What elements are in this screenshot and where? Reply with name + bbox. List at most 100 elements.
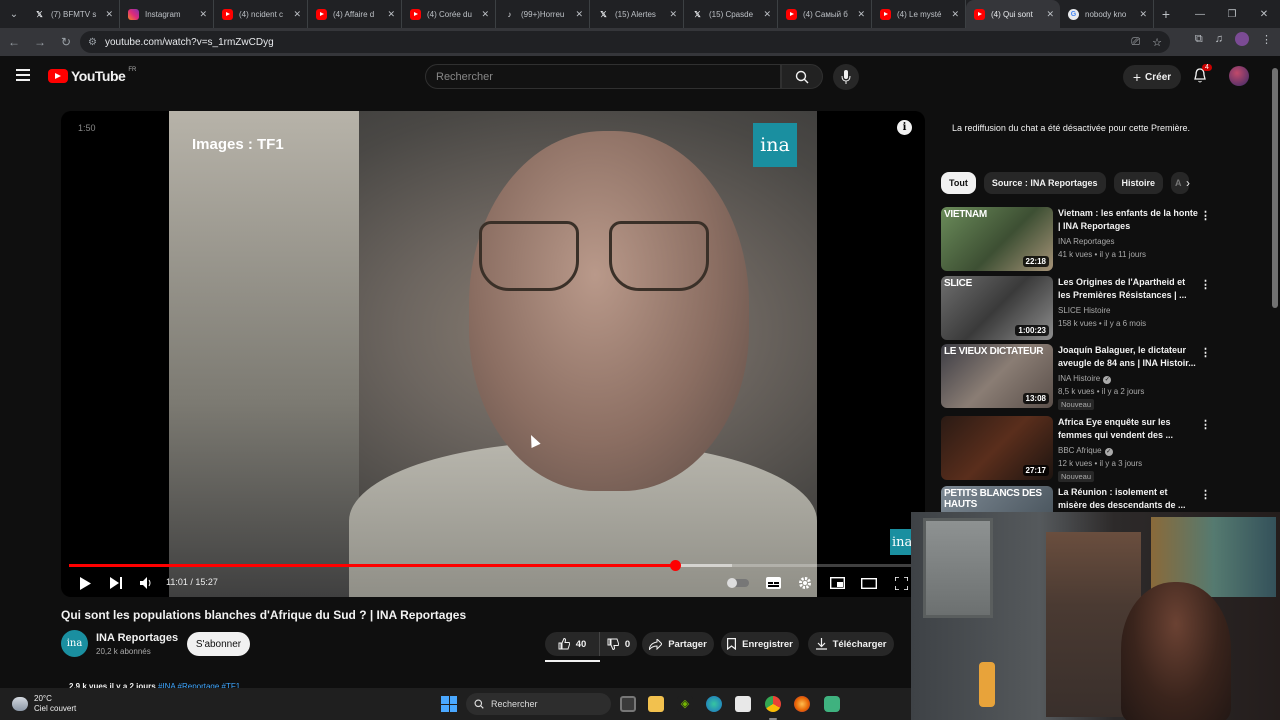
recommendation-title[interactable]: Africa Eye enquête sur les femmes qui ve… <box>1058 416 1198 442</box>
weather-widget[interactable]: 20°C Ciel couvert <box>12 694 76 714</box>
tab-close-icon[interactable]: ✕ <box>199 9 207 20</box>
tab-close-icon[interactable]: ✕ <box>669 9 677 20</box>
windows-start-icon[interactable] <box>441 696 457 712</box>
video-player[interactable]: 1:50 Images : TF1 ina ina i 11:01 / 15:2… <box>61 111 925 597</box>
video-thumbnail[interactable]: LE VIEUX DICTATEUR 13:08 <box>941 344 1053 408</box>
browser-tab[interactable]: Instagram ✕ <box>120 0 214 28</box>
new-tab-button[interactable]: + <box>1154 6 1178 22</box>
recommendation-channel[interactable]: BBC Afrique ✓ <box>1058 446 1113 456</box>
more-options-icon[interactable]: ⋮ <box>1200 278 1211 291</box>
voice-search-button[interactable] <box>833 64 859 90</box>
browser-tab[interactable]: Gnobody kno ✕ <box>1060 0 1154 28</box>
browser-tab[interactable]: (4) Affaire d ✕ <box>308 0 402 28</box>
theater-mode-button[interactable] <box>859 573 879 593</box>
video-thumbnail[interactable]: VIETNAM 22:18 <box>941 207 1053 271</box>
browser-tab[interactable]: 𝕏 (15) Alertes ✕ <box>590 0 684 28</box>
scrollbar-thumb[interactable] <box>1272 68 1278 308</box>
download-button[interactable]: Télécharger <box>808 632 894 656</box>
progress-bar[interactable] <box>69 560 919 571</box>
menu-icon[interactable] <box>16 69 30 81</box>
nvidia-icon[interactable]: ◈ <box>677 696 693 712</box>
extensions-icon[interactable]: ⧉ <box>1195 33 1203 46</box>
volume-button[interactable] <box>136 573 156 593</box>
video-thumbnail[interactable]: PETITS BLANCS DES HAUTS <box>941 486 1053 512</box>
more-options-icon[interactable]: ⋮ <box>1200 346 1211 359</box>
subtitles-button[interactable] <box>763 573 783 593</box>
share-button[interactable]: Partager <box>642 632 714 656</box>
play-button[interactable] <box>75 573 95 593</box>
taskbar-search[interactable]: Rechercher <box>466 693 611 715</box>
notifications-button[interactable]: 4 <box>1193 64 1212 86</box>
recommendation-item[interactable]: 27:17 Africa Eye enquête sur les femmes q… <box>941 416 1211 482</box>
recommendation-item[interactable]: VIETNAM 22:18 Vietnam : les enfants de la … <box>941 207 1211 271</box>
address-bar[interactable]: ⚙ youtube.com/watch?v=s_1rmZwCDyg ⎚ ☆ <box>80 31 1170 53</box>
tab-close-icon[interactable]: ✕ <box>105 9 113 20</box>
edge-icon[interactable] <box>706 696 722 712</box>
tab-close-icon[interactable]: ✕ <box>387 9 395 20</box>
tab-active[interactable]: (4) Qui sont ✕ <box>966 0 1060 28</box>
save-button[interactable]: Enregistrer <box>721 632 799 656</box>
back-button[interactable]: ← <box>2 30 26 54</box>
browser-tab[interactable]: 𝕏 (7) BFMTV s ✕ <box>26 0 120 28</box>
dislike-button[interactable]: 0 <box>600 632 637 656</box>
settings-button[interactable] <box>795 573 815 593</box>
miniplayer-button[interactable] <box>827 573 847 593</box>
info-icon[interactable]: i <box>897 120 912 135</box>
reload-button[interactable]: ↻ <box>54 30 78 54</box>
next-button[interactable] <box>106 573 126 593</box>
tab-close-icon[interactable]: ✕ <box>575 9 583 20</box>
recommendation-item[interactable]: PETITS BLANCS DES HAUTS La Réunion : isol… <box>941 486 1211 512</box>
recommendation-channel[interactable]: SLICE Histoire <box>1058 306 1110 315</box>
browser-tab[interactable]: 𝕏 (15) Cpasde ✕ <box>684 0 778 28</box>
bookmark-star-icon[interactable]: ☆ <box>1152 36 1162 49</box>
more-options-icon[interactable]: ⋮ <box>1200 418 1211 431</box>
scrubber-handle[interactable] <box>670 560 682 571</box>
channel-avatar[interactable]: ina <box>61 630 88 657</box>
like-button[interactable]: 40 <box>545 632 600 656</box>
store-icon[interactable] <box>735 696 751 712</box>
channel-name[interactable]: INA Reportages <box>96 632 178 644</box>
search-input[interactable]: Rechercher <box>425 64 781 89</box>
recommendation-item[interactable]: LE VIEUX DICTATEUR 13:08 Joaquín Balaguer,… <box>941 344 1211 410</box>
minimize-button[interactable]: — <box>1184 0 1216 28</box>
close-window-button[interactable]: ✕ <box>1248 0 1280 28</box>
browser-tab[interactable]: (4) Le mysté ✕ <box>872 0 966 28</box>
browser-tab[interactable]: (4) Corée du ✕ <box>402 0 496 28</box>
chrome-menu-icon[interactable]: ⋮ <box>1261 33 1272 46</box>
video-thumbnail[interactable]: 27:17 <box>941 416 1053 480</box>
create-button[interactable]: + Créer <box>1123 65 1181 89</box>
install-app-icon[interactable]: ⎚ <box>1131 36 1140 49</box>
tab-close-icon[interactable]: ✕ <box>763 9 771 20</box>
fullscreen-button[interactable] <box>891 573 911 593</box>
recommendation-title[interactable]: Joaquín Balaguer, le dictateur aveugle d… <box>1058 344 1198 370</box>
recommendation-title[interactable]: La Réunion : isolement et misère des des… <box>1058 486 1198 512</box>
recommendation-item[interactable]: SLICE 1:00:23 Les Origines de l'Apartheid … <box>941 276 1211 340</box>
account-avatar[interactable] <box>1229 66 1249 86</box>
tab-close-icon[interactable]: ✕ <box>857 9 865 20</box>
browser-tab[interactable]: (4) ncident c ✕ <box>214 0 308 28</box>
chevron-right-icon[interactable]: › <box>1186 176 1190 190</box>
tab-close-icon[interactable]: ✕ <box>481 9 489 20</box>
app-icon[interactable] <box>824 696 840 712</box>
site-info-icon[interactable]: ⚙ <box>88 37 97 48</box>
tab-close-icon[interactable]: ✕ <box>1046 9 1054 20</box>
tab-close-icon[interactable]: ✕ <box>1139 9 1147 20</box>
page-scrollbar[interactable] <box>1270 56 1280 512</box>
recommendation-channel[interactable]: INA Histoire ✓ <box>1058 374 1112 384</box>
profile-avatar[interactable] <box>1235 32 1249 46</box>
search-button[interactable] <box>781 64 823 89</box>
recommendation-title[interactable]: Les Origines de l'Apartheid et les Premi… <box>1058 276 1198 302</box>
maximize-button[interactable]: ❐ <box>1216 0 1248 28</box>
tab-close-icon[interactable]: ✕ <box>293 9 301 20</box>
chip-source-ina[interactable]: Source : INA Reportages <box>983 172 1106 194</box>
more-options-icon[interactable]: ⋮ <box>1200 488 1211 501</box>
firefox-icon[interactable] <box>794 696 810 712</box>
recommendation-title[interactable]: Vietnam : les enfants de la honte | INA … <box>1058 207 1198 233</box>
youtube-logo[interactable]: YouTube FR <box>48 67 136 84</box>
media-control-icon[interactable]: ♫ <box>1215 33 1223 45</box>
forward-button[interactable]: → <box>28 30 52 54</box>
browser-tab[interactable]: ♪ (99+)Horreu ✕ <box>496 0 590 28</box>
chip-history[interactable]: Histoire <box>1113 172 1164 194</box>
task-view-icon[interactable] <box>620 696 636 712</box>
autoplay-toggle[interactable] <box>727 573 749 593</box>
